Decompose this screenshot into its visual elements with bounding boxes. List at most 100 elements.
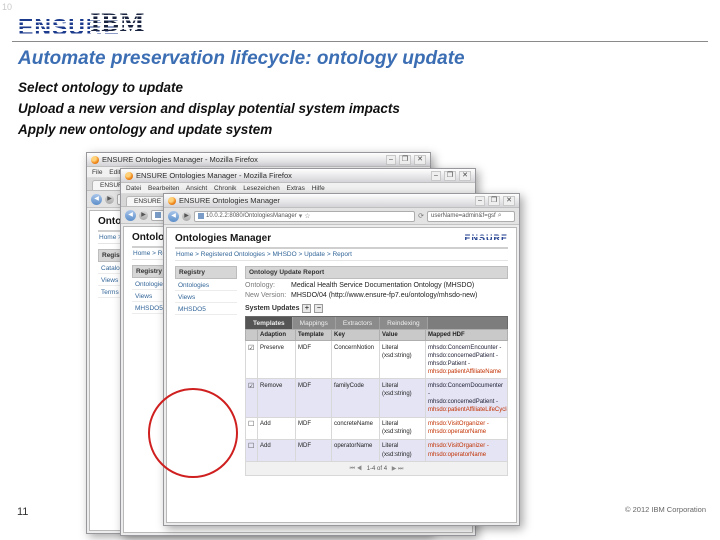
firefox-icon xyxy=(91,155,99,164)
titlebar[interactable]: ENSURE Ontologies Manager - Mozilla Fire… xyxy=(121,169,475,183)
cell-value: Literal (xsd:string) xyxy=(379,438,426,463)
breadcrumb[interactable]: Home > Registered Ontologies > MHSDO > U… xyxy=(175,247,508,261)
pager-label: 1-4 of 4 xyxy=(366,465,388,472)
slide-title: Automate preservation lifecycle: ontolog… xyxy=(18,48,465,69)
bookmark-star-icon[interactable]: ☆ xyxy=(304,212,310,220)
update-tabs: Templates Mappings Extractors Reindexing xyxy=(245,316,508,329)
mapped-changed: mhsdo:patientAffiliateName xyxy=(428,368,502,375)
pager-prev-icon[interactable]: ⏮ ◀ xyxy=(347,466,365,472)
row-checkbox[interactable]: ☑ xyxy=(248,383,254,390)
tab-mappings[interactable]: Mappings xyxy=(292,317,336,329)
ibm-logo: IBM xyxy=(90,8,146,38)
tab-extractors[interactable]: Extractors xyxy=(335,317,381,329)
url-field[interactable]: 10.0.2.2:8080/OntologiesManager ▾ ☆ xyxy=(194,210,416,222)
back-button[interactable]: ◀ xyxy=(91,193,102,205)
minimize-button[interactable]: – xyxy=(430,170,441,181)
sidebar-item-views[interactable]: Views xyxy=(175,291,237,303)
cell-template: MDF xyxy=(295,339,332,380)
mapped-unchanged: mhsdo:ConcernDocumenter - mhsdo:concerne… xyxy=(428,382,504,406)
minimize-button[interactable]: – xyxy=(474,195,485,206)
titlebar[interactable]: ENSURE Ontologies Manager - Mozilla Fire… xyxy=(87,153,430,167)
table-row: ☐ Add MDF concreteName Literal (xsd:stri… xyxy=(245,416,508,440)
site-favicon xyxy=(198,213,204,219)
mapped-changed: mhsdo:VisitOrganizer - mhsdo:operatorNam… xyxy=(428,443,489,458)
table-row: ☑ Remove MDF familyCode Literal (xsd:str… xyxy=(245,378,508,418)
col-mapped-hdf: Mapped HDF xyxy=(425,329,508,341)
tab-reindexing[interactable]: Reindexing xyxy=(380,317,428,329)
forward-button[interactable]: ▶ xyxy=(139,210,148,220)
row-checkbox[interactable]: ☐ xyxy=(248,443,254,450)
forward-button[interactable]: ▶ xyxy=(105,194,114,204)
dropdown-icon[interactable]: ▾ xyxy=(299,212,303,220)
maximize-button[interactable]: ❐ xyxy=(398,154,412,165)
field-label: Ontology: xyxy=(245,282,275,289)
cell-adaption: Add xyxy=(257,438,296,463)
firefox-icon xyxy=(125,171,133,180)
annotation-circle xyxy=(148,388,238,478)
close-button[interactable]: ✕ xyxy=(503,195,515,206)
cell-value: Literal (xsd:string) xyxy=(379,416,426,440)
field-new-version: New Version: MHSDO/04 (http://www.ensure… xyxy=(245,292,508,299)
firefox-icon xyxy=(168,196,176,205)
back-button[interactable]: ◀ xyxy=(168,210,179,222)
maximize-button[interactable]: ❐ xyxy=(443,170,457,181)
cell-mapped: mhsdo:VisitOrganizer - mhsdo:operatorNam… xyxy=(425,416,508,440)
close-button[interactable]: ✕ xyxy=(414,154,426,165)
cell-key: operatorName xyxy=(331,438,380,463)
corner-mark: 10 xyxy=(2,2,13,12)
cell-mapped: mhsdo:ConcernDocumenter - mhsdo:concerne… xyxy=(425,378,508,418)
cell-template: MDF xyxy=(295,416,332,440)
field-label: New Version: xyxy=(245,292,287,299)
cell-mapped: mhsdo:VisitOrganizer - mhsdo:operatorNam… xyxy=(425,438,508,463)
page-viewport: Ontologies Manager ENSURE Home > Registe… xyxy=(166,227,517,523)
window-title: ENSURE Ontologies Manager - Mozilla Fire… xyxy=(102,155,258,164)
site-favicon xyxy=(155,212,161,218)
col-key: Key xyxy=(331,329,380,341)
cell-mapped: mhsdo:ConcernEncounter - mhsdo:concerned… xyxy=(425,339,508,380)
cell-value: Literal (xsd:string) xyxy=(379,378,426,418)
sidebar-header: Registry xyxy=(175,266,237,279)
window-title: ENSURE Ontologies Manager - Mozilla Fire… xyxy=(136,171,292,180)
forward-button[interactable]: ▶ xyxy=(182,211,191,221)
magnifier-icon[interactable]: ⌕ xyxy=(498,212,502,220)
ensure-app-logo: ENSURE xyxy=(464,233,508,243)
tab-templates[interactable]: Templates xyxy=(246,317,293,329)
slide-page-number: 11 xyxy=(17,506,29,518)
cell-value: Literal (xsd:string) xyxy=(379,339,426,380)
cell-key: concreteName xyxy=(331,416,380,440)
titlebar[interactable]: ENSURE Ontologies Manager – ❐ ✕ xyxy=(164,194,519,208)
back-button[interactable]: ◀ xyxy=(125,209,136,221)
col-checkbox xyxy=(245,329,258,341)
report-header: Ontology Update Report xyxy=(245,266,508,279)
cell-key: familyCode xyxy=(331,378,380,418)
copyright-text: © 2012 IBM Corporation xyxy=(625,505,706,514)
close-button[interactable]: ✕ xyxy=(459,170,471,181)
row-checkbox[interactable]: ☑ xyxy=(248,345,254,352)
remove-icon[interactable]: − xyxy=(314,304,324,313)
col-value: Value xyxy=(379,329,426,341)
table-row: ☐ Add MDF operatorName Literal (xsd:stri… xyxy=(245,438,508,463)
sidebar-item-ontologies[interactable]: Ontologies xyxy=(175,279,237,291)
slide-bullets: Select ontology to update Upload a new v… xyxy=(18,78,400,141)
mapped-changed: mhsdo:patientAffiliateLifeCycle xyxy=(428,407,508,414)
window-title: ENSURE Ontologies Manager xyxy=(179,196,280,205)
field-value: Medical Health Service Documentation Ont… xyxy=(291,282,475,289)
col-adaption: Adaption xyxy=(257,329,296,341)
url-text: 10.0.2.2:8080/OntologiesManager xyxy=(206,213,297,219)
search-field[interactable]: userName=admin&f=gsf ⌕ xyxy=(427,210,515,222)
cell-adaption: Add xyxy=(257,416,296,440)
pager-next-icon[interactable]: ▶ ⏭ xyxy=(389,466,407,472)
navigation-bar: ◀ ▶ 10.0.2.2:8080/OntologiesManager ▾ ☆ … xyxy=(164,208,519,225)
minimize-button[interactable]: – xyxy=(385,154,396,165)
table-pagination: ⏮ ◀ 1-4 of 4 ▶ ⏭ xyxy=(245,462,508,477)
reload-icon[interactable]: ⟳ xyxy=(418,212,424,220)
maximize-button[interactable]: ❐ xyxy=(487,195,501,206)
bullet-line: Apply new ontology and update system xyxy=(18,121,273,137)
col-template: Template xyxy=(295,329,332,341)
field-ontology: Ontology: Medical Health Service Documen… xyxy=(245,282,508,289)
add-icon[interactable]: + xyxy=(302,304,312,313)
row-checkbox[interactable]: ☐ xyxy=(248,421,254,428)
browser-window-front[interactable]: ENSURE Ontologies Manager – ❐ ✕ ◀ ▶ 10.0… xyxy=(163,193,520,526)
cell-adaption: Preserve xyxy=(257,339,296,380)
sidebar-item-mhsdo5[interactable]: MHSDO5 xyxy=(175,303,237,315)
